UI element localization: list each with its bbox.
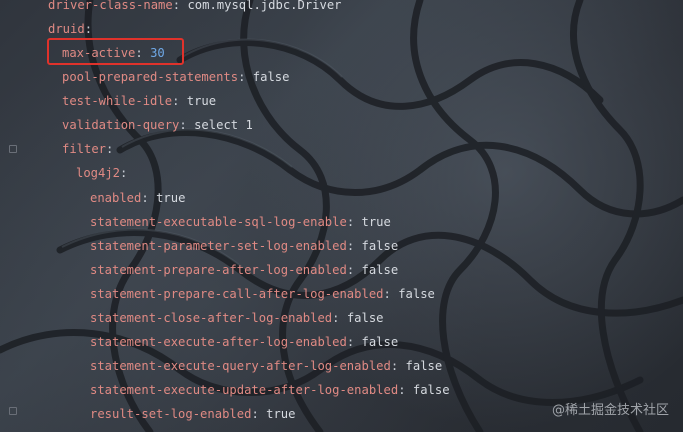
code-line[interactable]: driver-class-name: com.mysql.jdbc.Driver <box>48 0 342 15</box>
yaml-colon: : <box>332 311 347 325</box>
yaml-colon: : <box>251 407 267 421</box>
yaml-value: true <box>186 94 217 108</box>
code-line[interactable]: statement-execute-query-after-log-enable… <box>90 356 442 376</box>
yaml-key: enabled <box>90 191 142 205</box>
code-line[interactable]: validation-query: select 1 <box>62 115 253 135</box>
yaml-value: true <box>156 191 186 205</box>
yaml-key: filter <box>62 142 107 156</box>
yaml-value: false <box>361 239 399 253</box>
yaml-colon: : <box>172 0 188 12</box>
yaml-key: statement-prepare-after-log-enabled <box>90 263 347 277</box>
yaml-colon: : <box>179 118 195 132</box>
code-line[interactable]: test-while-idle: true <box>62 91 216 111</box>
yaml-colon: : <box>120 166 128 180</box>
code-line[interactable]: statement-parameter-set-log-enabled: fal… <box>90 236 398 256</box>
code-line[interactable]: statement-prepare-after-log-enabled: fal… <box>90 260 398 280</box>
yaml-key: validation-query <box>62 118 180 132</box>
yaml-value: false <box>412 383 450 397</box>
yaml-key: statement-parameter-set-log-enabled <box>90 239 347 253</box>
code-line[interactable]: statement-prepare-call-after-log-enabled… <box>90 284 435 304</box>
yaml-value: select 1 <box>194 118 253 132</box>
yaml-colon: : <box>390 359 406 373</box>
yaml-key: test-while-idle <box>62 94 173 108</box>
yaml-key: log4j2 <box>76 166 121 180</box>
code-line[interactable]: statement-executable-sql-log-enable: tru… <box>90 212 391 232</box>
code-line[interactable]: druid: <box>48 19 92 39</box>
code-editor[interactable]: driver-class-name: com.mysql.jdbc.Driver… <box>0 0 683 432</box>
yaml-value: false <box>361 263 399 277</box>
yaml-colon: : <box>172 94 187 108</box>
yaml-colon: : <box>141 191 157 205</box>
yaml-key: druid <box>48 22 85 36</box>
highlight-annotation-box <box>47 38 184 65</box>
yaml-value: false <box>398 287 435 301</box>
code-line[interactable]: pool-prepared-statements: false <box>62 67 289 87</box>
yaml-key: statement-prepare-call-after-log-enabled <box>90 287 384 301</box>
code-line[interactable]: filter: <box>62 139 113 159</box>
yaml-key: statement-executable-sql-log-enable <box>90 215 347 229</box>
yaml-colon: : <box>238 70 253 84</box>
code-line[interactable]: log4j2: <box>76 163 127 183</box>
yaml-value: false <box>346 311 384 325</box>
yaml-colon: : <box>346 335 362 349</box>
yaml-key: statement-close-after-log-enabled <box>90 311 333 325</box>
yaml-key: pool-prepared-statements <box>62 70 239 84</box>
code-line[interactable]: statement-execute-after-log-enabled: fal… <box>90 332 398 352</box>
yaml-key: statement-execute-after-log-enabled <box>90 335 347 349</box>
yaml-colon: : <box>346 239 362 253</box>
watermark-text: @稀土掘金技术社区 <box>551 403 669 418</box>
yaml-colon: : <box>398 383 413 397</box>
code-line[interactable]: enabled: true <box>90 188 185 208</box>
code-line[interactable]: statement-execute-update-after-log-enabl… <box>90 380 450 400</box>
yaml-colon: : <box>346 215 362 229</box>
yaml-value: com.mysql.jdbc.Driver <box>187 0 342 12</box>
yaml-value: false <box>361 335 399 349</box>
code-line[interactable]: statement-close-after-log-enabled: false <box>90 308 384 328</box>
yaml-key: statement-execute-update-after-log-enabl… <box>90 383 399 397</box>
yaml-colon: : <box>383 287 399 301</box>
yaml-value: false <box>405 359 443 373</box>
yaml-value: true <box>361 215 391 229</box>
yaml-value: true <box>266 407 296 421</box>
code-line[interactable]: result-set-log-enabled: true <box>90 404 295 424</box>
yaml-key: driver-class-name <box>48 0 173 12</box>
yaml-key: statement-execute-query-after-log-enable… <box>90 359 391 373</box>
yaml-colon: : <box>346 263 362 277</box>
yaml-value: false <box>252 70 290 84</box>
yaml-colon: : <box>106 142 114 156</box>
yaml-key: result-set-log-enabled <box>90 407 252 421</box>
yaml-colon: : <box>84 22 93 36</box>
